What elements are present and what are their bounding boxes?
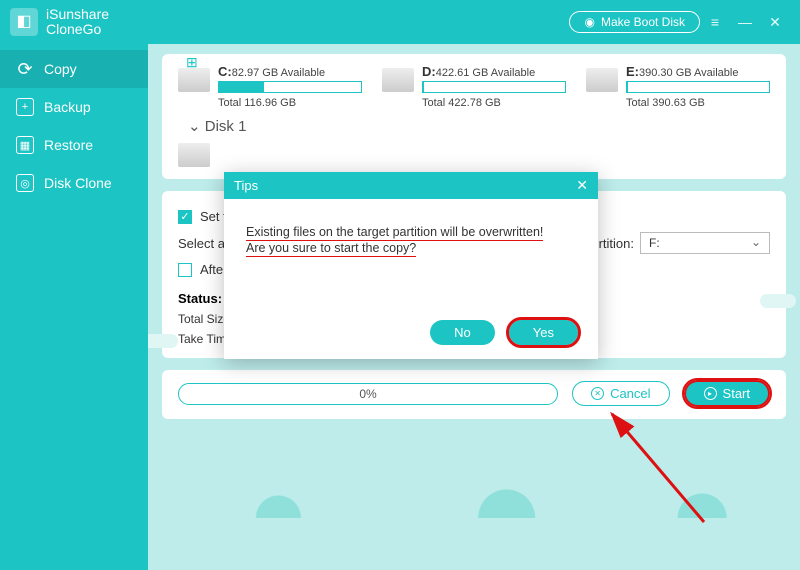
usage-bar bbox=[422, 81, 566, 93]
footer-card: 0% ✕ Cancel ▸ Start bbox=[162, 370, 786, 419]
cloud-decoration bbox=[148, 334, 178, 348]
disk-icon bbox=[586, 68, 618, 92]
make-boot-disk-button[interactable]: ◉ Make Boot Disk bbox=[569, 11, 700, 33]
dialog-warning-line1: Existing files on the target partition w… bbox=[246, 225, 543, 241]
disk-letter: C: bbox=[218, 64, 232, 79]
boot-icon: ◉ bbox=[584, 15, 594, 29]
dialog-yes-button[interactable]: Yes bbox=[509, 320, 578, 345]
disk-letter: D: bbox=[422, 64, 436, 79]
sidebar-item-copy[interactable]: ⟳ Copy bbox=[0, 50, 148, 88]
partition-select[interactable]: F: bbox=[640, 232, 770, 254]
disk-total: Total 422.78 GB bbox=[422, 97, 566, 109]
logo-icon: ◧ bbox=[10, 8, 38, 36]
sidebar-item-label: Copy bbox=[44, 61, 77, 77]
cloud-decoration bbox=[760, 294, 796, 308]
disk-icon bbox=[178, 143, 210, 167]
make-boot-label: Make Boot Disk bbox=[601, 15, 685, 29]
sidebar-item-disk-clone[interactable]: ◎ Disk Clone bbox=[0, 164, 148, 202]
hills-decoration bbox=[148, 478, 800, 518]
disk-clone-icon: ◎ bbox=[16, 174, 34, 192]
disk-total: Total 116.96 GB bbox=[218, 97, 362, 109]
sidebar-item-label: Restore bbox=[44, 137, 93, 153]
set-label: Set t bbox=[200, 209, 227, 224]
disk-letter: E: bbox=[626, 64, 639, 79]
play-icon: ▸ bbox=[704, 387, 717, 400]
start-button[interactable]: ▸ Start bbox=[684, 380, 770, 407]
disk-icon bbox=[382, 68, 414, 92]
partition-label: rtition: bbox=[599, 236, 634, 251]
dialog-warning-line2: Are you sure to start the copy? bbox=[246, 241, 416, 257]
disk-avail: 390.30 GB Available bbox=[639, 67, 738, 79]
sidebar: ⟳ Copy + Backup ▦ Restore ◎ Disk Clone bbox=[0, 44, 148, 570]
cancel-button[interactable]: ✕ Cancel bbox=[572, 381, 669, 406]
disk1-expander[interactable]: ⌄ Disk 1 bbox=[188, 117, 770, 135]
copy-icon: ⟳ bbox=[16, 60, 34, 78]
sidebar-item-restore[interactable]: ▦ Restore bbox=[0, 126, 148, 164]
after-checkbox[interactable] bbox=[178, 263, 192, 277]
dialog-title: Tips bbox=[234, 178, 258, 193]
sidebar-item-backup[interactable]: + Backup bbox=[0, 88, 148, 126]
yes-label: Yes bbox=[533, 325, 554, 340]
disk-avail: 422.61 GB Available bbox=[436, 67, 535, 79]
app-title: iSunshareCloneGo bbox=[46, 7, 109, 38]
disk-icon bbox=[178, 68, 210, 92]
dialog-titlebar: Tips ✕ bbox=[224, 172, 598, 199]
disk-total: Total 390.63 GB bbox=[626, 97, 770, 109]
no-label: No bbox=[454, 325, 471, 340]
disk-e[interactable]: E:390.30 GB Available Total 390.63 GB bbox=[586, 64, 770, 109]
disk-d[interactable]: D:422.61 GB Available Total 422.78 GB bbox=[382, 64, 566, 109]
restore-icon: ▦ bbox=[16, 136, 34, 154]
cancel-label: Cancel bbox=[610, 386, 650, 401]
partition-value: F: bbox=[649, 236, 660, 250]
disk1-label: Disk 1 bbox=[205, 118, 247, 135]
disk-avail: 82.97 GB Available bbox=[232, 67, 325, 79]
dialog-close-button[interactable]: ✕ bbox=[576, 177, 588, 194]
usage-bar bbox=[218, 81, 362, 93]
menu-button[interactable]: ≡ bbox=[700, 14, 730, 30]
minimize-button[interactable]: — bbox=[730, 14, 760, 30]
cancel-icon: ✕ bbox=[591, 387, 604, 400]
backup-icon: + bbox=[16, 98, 34, 116]
progress-bar: 0% bbox=[178, 383, 558, 405]
app-logo: ◧ iSunshareCloneGo bbox=[10, 7, 109, 38]
start-label: Start bbox=[723, 386, 750, 401]
progress-text: 0% bbox=[359, 387, 376, 401]
disk1-entry[interactable] bbox=[178, 139, 238, 167]
usage-bar bbox=[626, 81, 770, 93]
tips-dialog: Tips ✕ Existing files on the target part… bbox=[224, 172, 598, 359]
sidebar-item-label: Disk Clone bbox=[44, 175, 112, 191]
disk-c[interactable]: C:82.97 GB Available Total 116.96 GB bbox=[178, 64, 362, 109]
close-button[interactable]: ✕ bbox=[760, 14, 790, 31]
select-a-label: Select a bbox=[178, 236, 225, 251]
titlebar: ◧ iSunshareCloneGo ◉ Make Boot Disk ≡ — … bbox=[0, 0, 800, 44]
dialog-no-button[interactable]: No bbox=[430, 320, 495, 345]
set-checkbox[interactable]: ✓ bbox=[178, 210, 192, 224]
sidebar-item-label: Backup bbox=[44, 99, 91, 115]
chevron-down-icon: ⌄ bbox=[188, 118, 201, 135]
source-disks-card: C:82.97 GB Available Total 116.96 GB D:4… bbox=[162, 54, 786, 179]
